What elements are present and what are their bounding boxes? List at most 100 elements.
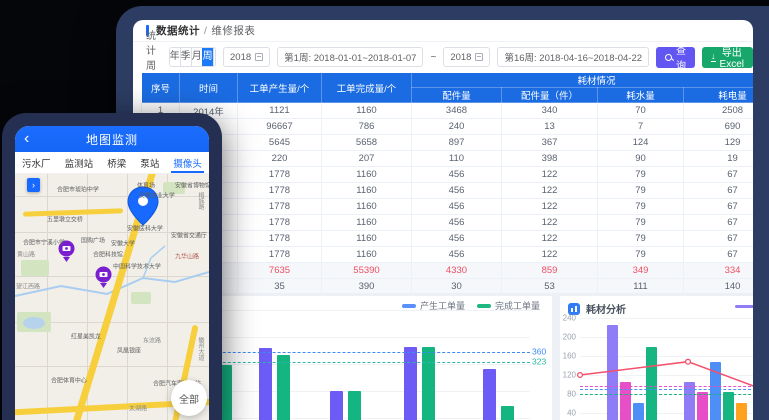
cell-value: 5645 (238, 135, 322, 151)
cell-value: 2508 (684, 103, 754, 119)
cell-value: 1778 (238, 199, 322, 215)
bar-完成工单量[interactable] (277, 355, 290, 420)
cell-value: 122 (502, 199, 598, 215)
tab-摄像头[interactable]: 摄像头 (173, 152, 202, 173)
cell-value: 1121 (238, 103, 322, 119)
materials-chart-panel: 耗材分析 2402001601208040 (560, 296, 753, 420)
camera-pin[interactable] (95, 266, 112, 288)
map-label: 安徽省博物馆 (175, 180, 209, 189)
cell-value: 207 (322, 151, 412, 167)
period-option[interactable]: 周 (202, 48, 213, 66)
total-row-value: 7635 (238, 263, 322, 279)
cell-value: 67 (684, 199, 754, 215)
materials-chart-plot: 2402001601208040 (560, 296, 753, 420)
cell-value: 5658 (322, 135, 412, 151)
cell-value: 456 (412, 167, 502, 183)
cell-value: 79 (598, 183, 684, 199)
end-year-select[interactable]: 2018 (443, 47, 490, 67)
start-week-value: 第1周: 2018-01-01~2018-01-07 (284, 50, 416, 64)
breadcrumb-page: 维修报表 (211, 25, 255, 37)
breadcrumb-text: 数据统计 / 维修报表 (156, 23, 255, 38)
tab-桥梁[interactable]: 桥梁 (107, 152, 126, 173)
end-week-input[interactable]: 第16周: 2018-04-16~2018-04-22 (497, 47, 649, 67)
map-expand-button[interactable]: › (27, 178, 40, 192)
cell-value: 1160 (322, 103, 412, 119)
end-year-value: 2018 (450, 52, 471, 63)
table-row[interactable]: 7177811604561227967 (142, 199, 754, 215)
table-row[interactable]: 296667786240137690 (142, 119, 754, 135)
tab-污水厂[interactable]: 污水厂 (22, 152, 51, 173)
table-row[interactable]: 10177811604561227967 (142, 247, 754, 263)
col-subheader-material: 配件量 (412, 88, 502, 103)
cell-value: 456 (412, 183, 502, 199)
period-option[interactable]: 年 (170, 48, 180, 66)
table-row[interactable]: 356455658897367124129 (142, 135, 754, 151)
start-year-select[interactable]: 2018 (223, 47, 270, 67)
bar-完成工单量[interactable] (422, 347, 435, 420)
cell-value: 79 (598, 215, 684, 231)
start-week-input[interactable]: 第1周: 2018-01-01~2018-01-07 (277, 47, 423, 67)
cell-value: 7 (598, 119, 684, 135)
query-button[interactable]: 查询 (656, 47, 695, 68)
map-label: 合肥市琥珀中学 (57, 184, 99, 193)
table-row[interactable]: 12014年112111603468340702508 (142, 103, 754, 119)
bar-产生工单量[interactable] (259, 348, 272, 420)
table-row[interactable]: 8177811604561227967 (142, 215, 754, 231)
col-header-index: 序号 (142, 73, 180, 103)
cell-value: 67 (684, 183, 754, 199)
dashboard-card: 数据统计/维修报表 统计周期: 年季月周日 2018 第1周: 2018-01-… (133, 20, 753, 420)
breadcrumb: 数据统计 / 维修报表 (133, 20, 753, 42)
col-subheader-material: 耗电量 (684, 88, 754, 103)
table-row[interactable]: 42202071103989019 (142, 151, 754, 167)
report-table-head: 序号 时间 工单产生量/个 工单完成量/个 耗材情况 配件量配件量（件）耗水量耗… (142, 73, 754, 103)
average-line-label: 323 (532, 356, 546, 366)
cell-value: 690 (684, 119, 754, 135)
period-option[interactable]: 日 (213, 48, 216, 66)
cell-value: 110 (412, 151, 502, 167)
cell-value: 398 (502, 151, 598, 167)
map-label: 合肥科技馆 (93, 249, 123, 258)
map-label: 望江西路 (16, 281, 40, 290)
back-chevron-icon[interactable]: ‹ (24, 127, 29, 151)
col-header-time: 时间 (180, 73, 238, 103)
cell-value: 1160 (322, 199, 412, 215)
phone-tab-bar: 污水厂监测站桥梁泵站摄像头 (15, 152, 209, 174)
cell-value: 456 (412, 215, 502, 231)
cell-value: 122 (502, 183, 598, 199)
tab-监测站[interactable]: 监测站 (65, 152, 94, 173)
export-excel-button[interactable]: ↓ 导出Excel (702, 47, 753, 68)
bar-产生工单量[interactable] (330, 391, 343, 420)
bar-完成工单量[interactable] (348, 391, 361, 420)
map-canvas[interactable]: › 合肥市琥珀中学体育场安徽农业大学安徽省博物馆五里墩立 (15, 174, 209, 420)
period-option[interactable]: 月 (191, 48, 202, 66)
end-week-value: 第16周: 2018-04-16~2018-04-22 (504, 50, 642, 64)
bar-产生工单量[interactable] (404, 347, 417, 420)
cell-value: 240 (412, 119, 502, 135)
breadcrumb-separator: / (204, 25, 207, 37)
table-row[interactable]: 9177811604561227967 (142, 231, 754, 247)
period-option[interactable]: 季 (180, 48, 191, 66)
cell-value: 122 (502, 231, 598, 247)
cell-value: 122 (502, 247, 598, 263)
export-button-label: 导出Excel (720, 44, 744, 70)
total-row-value: 334 (684, 263, 754, 279)
map-label: 五里墩立交桥 (47, 214, 83, 223)
total-row-value: 349 (598, 263, 684, 279)
period-segmented: 年季月周日 (169, 47, 216, 67)
map-all-button[interactable]: 全部 (171, 380, 207, 416)
cell-value: 79 (598, 167, 684, 183)
map-label: 安徽大学 (111, 238, 135, 247)
tab-泵站[interactable]: 泵站 (140, 152, 159, 173)
table-row[interactable]: 5177811604561227967 (142, 167, 754, 183)
total-row: 合计7635553904330859349334 (142, 263, 754, 279)
cell-value: 1160 (322, 167, 412, 183)
report-table: 序号 时间 工单产生量/个 工单完成量/个 耗材情况 配件量配件量（件）耗水量耗… (141, 72, 753, 295)
trend-line (560, 296, 753, 420)
breadcrumb-section[interactable]: 数据统计 (156, 25, 200, 37)
bar-产生工单量[interactable] (483, 369, 496, 420)
cell-value: 13 (502, 119, 598, 135)
col-header-completed: 工单完成量/个 (322, 73, 412, 103)
bar-完成工单量[interactable] (501, 406, 514, 420)
table-row[interactable]: 6177811604561227967 (142, 183, 754, 199)
map-label: 九华山路 (175, 251, 199, 260)
